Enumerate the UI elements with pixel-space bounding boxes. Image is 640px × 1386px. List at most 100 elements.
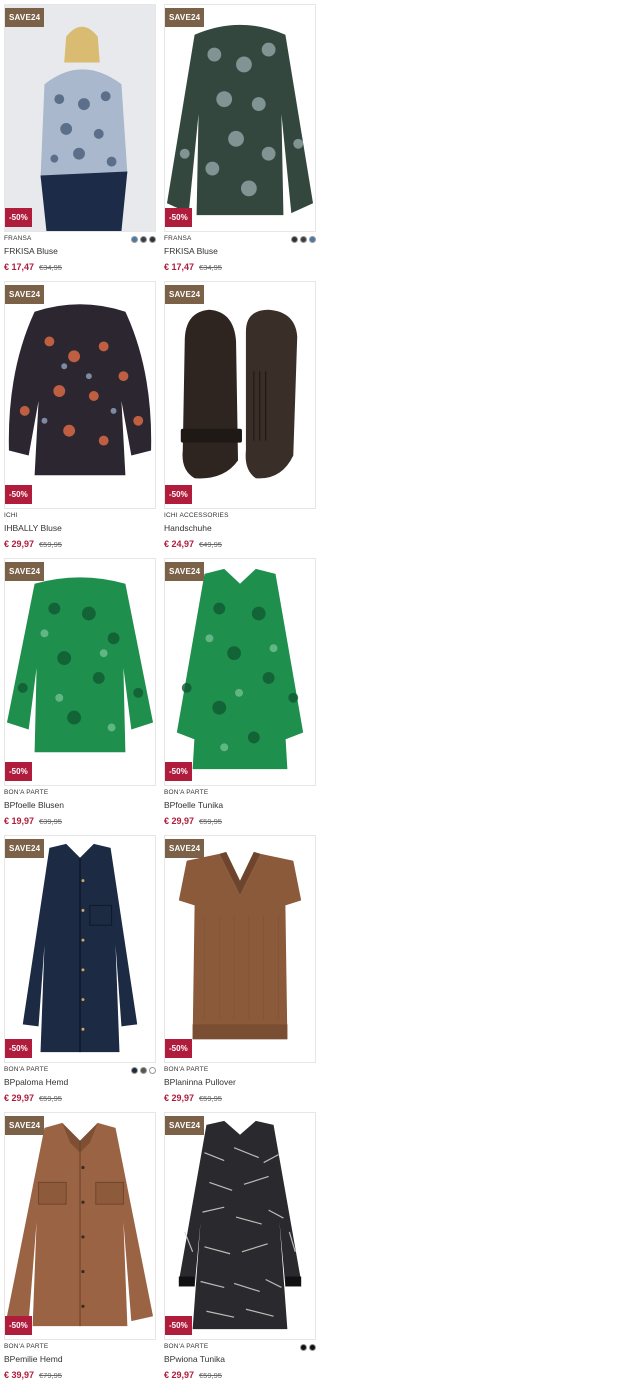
product-price: € 29,97 [164, 816, 195, 826]
product-info: FRANSA FRKISA Bluse € 17,47 €34,95 [4, 232, 156, 276]
product-price: € 39,97 [4, 1370, 35, 1380]
product-image[interactable]: SAVE24 -50% [164, 281, 316, 509]
product-card[interactable]: SAVE24 -50% FRANSA FRKISA Bluse € 17,47 … [4, 4, 156, 276]
promo-badge: SAVE24 [5, 839, 45, 858]
product-info: ICHI IHBALLY Bluse € 29,97 €59,95 [4, 509, 156, 553]
discount-badge: -50% [5, 762, 32, 781]
promo-badge: SAVE24 [5, 1116, 45, 1135]
product-old-price: €59,95 [199, 1371, 222, 1380]
product-old-price: €59,95 [199, 817, 222, 826]
discount-badge: -50% [165, 208, 192, 227]
promo-badge: SAVE24 [165, 839, 205, 858]
product-old-price: €34,95 [199, 263, 222, 272]
product-brand: BON'A PARTE [164, 1343, 209, 1350]
color-swatch[interactable] [131, 1067, 138, 1074]
product-name[interactable]: BPwiona Tunika [164, 1354, 225, 1364]
product-brand: BON'A PARTE [4, 1066, 49, 1073]
product-name[interactable]: BPfoelle Blusen [4, 800, 64, 810]
product-name[interactable]: BPfoelle Tunika [164, 800, 223, 810]
product-price: € 29,97 [164, 1370, 195, 1380]
promo-badge: SAVE24 [165, 1116, 205, 1135]
product-old-price: €59,95 [39, 1094, 62, 1103]
product-info: BON'A PARTE BPlaninna Pullover € 29,97 €… [164, 1063, 316, 1107]
color-swatch[interactable] [131, 236, 138, 243]
product-brand: BON'A PARTE [4, 1343, 49, 1350]
promo-badge: SAVE24 [165, 285, 205, 304]
product-brand: BON'A PARTE [164, 789, 209, 796]
color-swatch[interactable] [300, 236, 307, 243]
promo-badge: SAVE24 [5, 562, 45, 581]
product-image[interactable]: SAVE24 -50% [4, 1112, 156, 1340]
product-brand: ICHI ACCESSORIES [164, 512, 229, 519]
product-name[interactable]: Handschuhe [164, 523, 212, 533]
product-card[interactable]: SAVE24 -50% ICHI ACCESSORIES Handschuhe … [164, 281, 316, 553]
color-swatch[interactable] [309, 1344, 316, 1351]
product-brand: FRANSA [164, 235, 192, 242]
discount-badge: -50% [5, 485, 32, 504]
product-image[interactable]: SAVE24 -50% [164, 1112, 316, 1340]
product-card[interactable]: SAVE24 -50% BON'A PARTE BPfoelle Blusen … [4, 558, 156, 830]
product-card[interactable]: SAVE24 -50% ICHI IHBALLY Bluse € 29,97 €… [4, 281, 156, 553]
product-image[interactable]: SAVE24 -50% [164, 558, 316, 786]
product-old-price: €59,95 [39, 540, 62, 549]
product-brand: FRANSA [4, 235, 32, 242]
product-image[interactable]: SAVE24 -50% [164, 4, 316, 232]
product-price: € 17,47 [4, 262, 35, 272]
product-price: € 24,97 [164, 539, 195, 549]
product-name[interactable]: FRKISA Bluse [4, 246, 58, 256]
discount-badge: -50% [165, 485, 192, 504]
product-price: € 17,47 [164, 262, 195, 272]
product-brand: ICHI [4, 512, 18, 519]
color-swatch[interactable] [149, 1067, 156, 1074]
color-swatch[interactable] [309, 236, 316, 243]
product-name[interactable]: BPemilie Hemd [4, 1354, 63, 1364]
color-swatch[interactable] [291, 236, 298, 243]
product-info: BON'A PARTE BPwiona Tunika € 29,97 €59,9… [164, 1340, 316, 1384]
product-image[interactable]: SAVE24 -50% [4, 558, 156, 786]
product-old-price: €79,95 [39, 1371, 62, 1380]
color-swatches [300, 1344, 316, 1351]
product-name[interactable]: BPpaloma Hemd [4, 1077, 68, 1087]
promo-badge: SAVE24 [5, 8, 45, 27]
product-card[interactable]: SAVE24 -50% BON'A PARTE BPpaloma Hemd € … [4, 835, 156, 1107]
product-grid: SAVE24 -50% FRANSA FRKISA Bluse € 17,47 … [0, 0, 640, 1386]
product-image[interactable]: SAVE24 -50% [4, 835, 156, 1063]
product-old-price: €59,95 [199, 1094, 222, 1103]
color-swatch[interactable] [140, 1067, 147, 1074]
promo-badge: SAVE24 [5, 285, 45, 304]
product-image[interactable]: SAVE24 -50% [4, 4, 156, 232]
product-name[interactable]: BPlaninna Pullover [164, 1077, 236, 1087]
discount-badge: -50% [165, 762, 192, 781]
product-info: BON'A PARTE BPfoelle Tunika € 29,97 €59,… [164, 786, 316, 830]
product-price: € 29,97 [4, 1093, 35, 1103]
product-image[interactable]: SAVE24 -50% [164, 835, 316, 1063]
product-price: € 29,97 [164, 1093, 195, 1103]
discount-badge: -50% [5, 1316, 32, 1335]
product-info: ICHI ACCESSORIES Handschuhe € 24,97 €49,… [164, 509, 316, 553]
product-old-price: €39,95 [39, 817, 62, 826]
product-name[interactable]: IHBALLY Bluse [4, 523, 62, 533]
product-price: € 19,97 [4, 816, 35, 826]
product-card[interactable]: SAVE24 -50% FRANSA FRKISA Bluse € 17,47 … [164, 4, 316, 276]
product-card[interactable]: SAVE24 -50% BON'A PARTE BPfoelle Tunika … [164, 558, 316, 830]
product-info: BON'A PARTE BPemilie Hemd € 39,97 €79,95 [4, 1340, 156, 1384]
color-swatch[interactable] [140, 236, 147, 243]
product-image[interactable]: SAVE24 -50% [4, 281, 156, 509]
color-swatch[interactable] [300, 1344, 307, 1351]
discount-badge: -50% [165, 1039, 192, 1058]
promo-badge: SAVE24 [165, 8, 205, 27]
product-info: BON'A PARTE BPpaloma Hemd € 29,97 €59,95 [4, 1063, 156, 1107]
product-old-price: €49,95 [199, 540, 222, 549]
product-name[interactable]: FRKISA Bluse [164, 246, 218, 256]
product-card[interactable]: SAVE24 -50% BON'A PARTE BPwiona Tunika €… [164, 1112, 316, 1384]
promo-badge: SAVE24 [165, 562, 205, 581]
product-info: FRANSA FRKISA Bluse € 17,47 €34,95 [164, 232, 316, 276]
product-info: BON'A PARTE BPfoelle Blusen € 19,97 €39,… [4, 786, 156, 830]
product-card[interactable]: SAVE24 -50% BON'A PARTE BPlaninna Pullov… [164, 835, 316, 1107]
product-old-price: €34,95 [39, 263, 62, 272]
discount-badge: -50% [5, 1039, 32, 1058]
color-swatch[interactable] [149, 236, 156, 243]
product-card[interactable]: SAVE24 -50% BON'A PARTE BPemilie Hemd € … [4, 1112, 156, 1384]
product-price: € 29,97 [4, 539, 35, 549]
product-brand: BON'A PARTE [164, 1066, 209, 1073]
